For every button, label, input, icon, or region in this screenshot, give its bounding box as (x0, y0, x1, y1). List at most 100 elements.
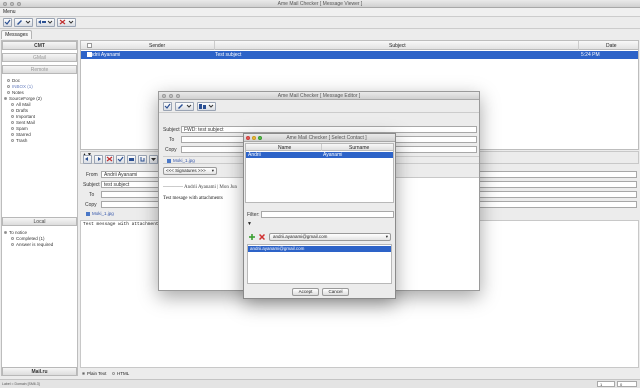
delete-icon (59, 19, 74, 25)
column-header-surname[interactable]: Surname (349, 145, 369, 151)
contacts-table-header: Name Surname (246, 144, 393, 151)
local-item[interactable]: To notice (4, 230, 27, 235)
image-file-icon (167, 158, 171, 163)
account-header-cmt[interactable]: CMT (2, 41, 77, 50)
reply-button[interactable] (36, 18, 55, 27)
folder-item[interactable]: Spam (11, 126, 28, 131)
sidebar: CMT GMail Remote Doc INBOX (1) Notes Sou… (1, 40, 78, 376)
image-file-icon (86, 211, 90, 216)
editor-titlebar: Ame Mail Checker [ Message Editor ] (159, 92, 479, 100)
html-radio[interactable]: HTML (112, 371, 129, 376)
row-date: 5:24 PM (581, 52, 600, 58)
viewer-reply-button[interactable] (83, 155, 92, 164)
contacts-icon (199, 104, 214, 109)
email-panel: andrii.ayanami@gmail.com ▾ andrii.ayanam… (245, 230, 394, 285)
viewer-print-button[interactable] (127, 155, 136, 164)
close-icon[interactable] (3, 2, 7, 6)
zoom-icon[interactable] (17, 2, 21, 6)
folder-item[interactable]: Starred (11, 132, 31, 137)
send-icon (164, 103, 171, 109)
attach-icon (178, 104, 192, 109)
subject-label: Subject (83, 182, 100, 188)
close-icon[interactable] (162, 94, 166, 98)
viewer-more-button[interactable] (149, 155, 158, 164)
viewer-forward-button[interactable] (94, 155, 103, 164)
editor-body-text: Test mesage with attachments (163, 196, 223, 201)
editor-attachment[interactable]: Moki_1.jpg (167, 158, 195, 163)
viewer-delete-button[interactable] (105, 155, 114, 164)
menu-bar: Menu (0, 8, 640, 17)
local-item[interactable]: Answer is required (11, 242, 53, 247)
minimize-icon[interactable] (169, 94, 173, 98)
signatures-select[interactable]: <<< Signatures >>> ▾ (163, 167, 217, 175)
local-item[interactable]: Completed (1) (11, 236, 45, 241)
delete-button[interactable] (57, 18, 76, 27)
row-sender: Andrii Ayanami (87, 52, 121, 58)
contact-dialog-title: Ame Mail Checker [ Select Contact ] (286, 135, 367, 141)
folder-item[interactable]: Notes (7, 90, 24, 95)
list-item[interactable]: andrii.ayanami@gmail.com (248, 246, 391, 252)
chevron-down-icon[interactable]: ▼ (247, 221, 252, 227)
folder-item[interactable]: SourceForge (2) (4, 96, 42, 101)
local-header[interactable]: Local (2, 217, 77, 226)
send-button[interactable] (163, 102, 172, 111)
column-header-name[interactable]: Name (278, 145, 291, 151)
folder-tree: Doc INBOX (1) Notes SourceForge (2) All … (2, 77, 77, 157)
tab-messages[interactable]: Messages (1, 30, 32, 39)
table-row[interactable]: Andrii Ayanami (246, 152, 393, 158)
minimize-icon[interactable] (252, 136, 256, 140)
check-mail-icon (4, 19, 11, 25)
account-header-remote[interactable]: Remote (2, 65, 77, 74)
from-label: From (86, 172, 98, 178)
status-field-2: 0 (617, 381, 637, 387)
contacts-table: Name Surname Andrii Ayanami (245, 143, 394, 203)
check-mail-button[interactable] (3, 18, 12, 27)
chevron-down-icon: ▾ (211, 168, 214, 173)
accept-button[interactable]: Accept (292, 288, 319, 296)
main-toolbar (0, 17, 640, 29)
email-select[interactable]: andrii.ayanami@gmail.com ▾ (269, 233, 391, 241)
filter-input[interactable] (261, 211, 394, 218)
write-mail-button[interactable] (14, 18, 33, 27)
remove-email-icon[interactable] (258, 233, 266, 241)
folder-item[interactable]: All Mail (11, 102, 31, 107)
editor-copy-label: Copy (165, 147, 177, 153)
folder-item[interactable]: Doc (7, 78, 20, 83)
viewer-mark-button[interactable] (116, 155, 125, 164)
add-email-icon[interactable] (249, 234, 255, 240)
column-header-date[interactable]: Date (606, 43, 617, 49)
cancel-button[interactable]: Cancel (322, 288, 349, 296)
attach-button[interactable] (175, 102, 194, 111)
editor-subject-label: Subject (163, 127, 180, 133)
menu-item[interactable]: Menu (3, 9, 16, 16)
zoom-icon[interactable] (258, 136, 262, 140)
folder-item[interactable]: INBOX (1) (7, 84, 33, 89)
editor-subject-field[interactable]: FWD: test subject (181, 126, 477, 133)
contact-dialog: Ame Mail Checker [ Select Contact ] Name… (243, 133, 396, 299)
table-row[interactable]: Andrii Ayanami Test subject 5:24 PM (81, 51, 638, 59)
plain-text-radio[interactable]: Plain Text (82, 371, 106, 376)
account-header-gmail[interactable]: GMail (2, 53, 77, 62)
close-icon[interactable] (246, 136, 250, 140)
zoom-icon[interactable] (176, 94, 180, 98)
select-all-checkbox[interactable] (87, 43, 92, 48)
account-header-mailru[interactable]: Mail.ru (2, 367, 77, 376)
column-header-sender[interactable]: Sender (149, 43, 165, 49)
attach-icon (140, 157, 145, 162)
attachment-item[interactable]: Moki_1.jpg (86, 211, 114, 216)
folder-item[interactable]: Drafts (11, 108, 28, 113)
message-body-text: Test message with attachments (83, 222, 162, 227)
reply-icon (38, 20, 53, 24)
folder-item[interactable]: Sent Mail (11, 120, 35, 125)
folder-item[interactable]: Important (11, 114, 35, 119)
viewer-attach-button[interactable] (138, 155, 147, 164)
to-label: To (89, 192, 95, 198)
mark-icon (117, 156, 124, 162)
minimize-icon[interactable] (10, 2, 14, 6)
contacts-button[interactable] (197, 102, 216, 111)
editor-to-label: To (169, 137, 175, 143)
column-header-subject[interactable]: Subject (389, 43, 406, 49)
main-window-title: Ame Mail Checker [ Message Viewer ] (277, 1, 363, 7)
folder-item[interactable]: Trash (11, 138, 27, 143)
quote-header: ———— Andrii Ayanami | Mon Jun (163, 185, 238, 190)
